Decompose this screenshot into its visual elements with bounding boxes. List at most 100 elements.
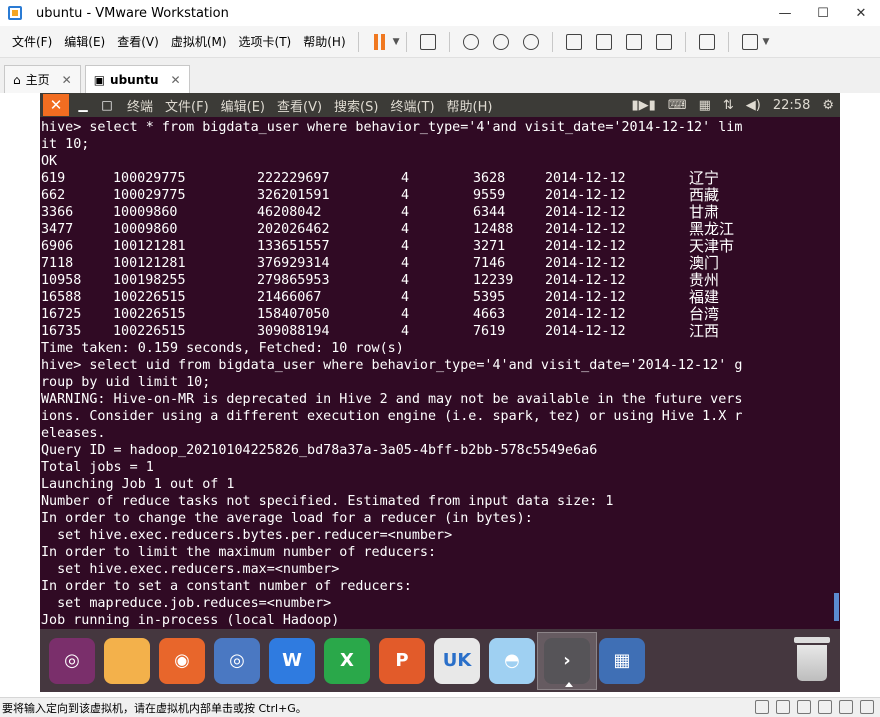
show-library-button[interactable] xyxy=(562,31,586,53)
terminal-line: hive> select * from bigdata_user where b… xyxy=(41,120,743,135)
chevron-down-icon[interactable]: ▼ xyxy=(393,37,400,47)
unity-button[interactable] xyxy=(652,31,676,53)
hard-disk-icon[interactable] xyxy=(755,700,769,714)
menu-view[interactable]: 查看(V) xyxy=(111,33,165,50)
terminal-minimize-button[interactable]: ▁ xyxy=(73,98,93,112)
dock-launcher[interactable]: X xyxy=(317,632,377,690)
terminal-menu-search[interactable]: 搜索(S) xyxy=(334,96,378,115)
terminal-close-button[interactable]: ✕ xyxy=(43,94,69,116)
wps-writer-icon: W xyxy=(269,637,315,684)
terminal-scrollbar[interactable] xyxy=(834,593,839,621)
result-cell: 309088194 xyxy=(257,324,330,339)
clock[interactable]: 22:58 xyxy=(773,98,810,113)
settings-gear-icon[interactable]: ⚙ xyxy=(822,98,834,113)
menu-help[interactable]: 帮助(H) xyxy=(297,33,351,50)
dock-launcher[interactable]: UK xyxy=(427,632,487,690)
console-icon xyxy=(698,33,715,50)
unity-icon xyxy=(655,33,672,50)
cd-drive-icon[interactable] xyxy=(776,700,790,714)
sound-card-icon[interactable] xyxy=(839,700,853,714)
terminal-line: Total jobs = 1 xyxy=(41,460,154,475)
vm-indicator-icon[interactable]: ▮▶▮ xyxy=(632,98,656,113)
tab-ubuntu[interactable]: ▣ ubuntu ✕ xyxy=(84,65,190,93)
result-cell: 4663 xyxy=(473,307,506,322)
usb-icon[interactable] xyxy=(818,700,832,714)
wps-presentation-icon: P xyxy=(379,637,425,684)
menu-edit[interactable]: 编辑(E) xyxy=(58,33,111,50)
terminal-menu-terminal[interactable]: 终端(T) xyxy=(390,96,434,115)
thumbnail-bar-button[interactable] xyxy=(592,31,616,53)
tab-label: 主页 xyxy=(25,73,50,87)
network-adapter-icon[interactable] xyxy=(797,700,811,714)
maximize-button[interactable]: ☐ xyxy=(804,0,842,26)
stretch-guest-button[interactable] xyxy=(738,31,762,53)
minimize-button[interactable]: — xyxy=(766,0,804,26)
menu-vm[interactable]: 虚拟机(M) xyxy=(165,33,233,50)
result-cell: 福建 xyxy=(689,288,720,306)
dock-launcher[interactable]: ▦ xyxy=(592,632,652,690)
terminal-menu-edit[interactable]: 编辑(E) xyxy=(221,96,265,115)
snapshot-button[interactable] xyxy=(459,31,483,53)
tab-home[interactable]: ⌂ 主页 ✕ xyxy=(4,65,81,93)
close-icon[interactable]: ✕ xyxy=(62,73,72,87)
status-bar: 要将输入定向到该虚拟机，请在虚拟机内部单击或按 Ctrl+G。 xyxy=(0,697,880,717)
terminal-line: it 10; xyxy=(41,137,90,152)
dock-launcher[interactable]: W xyxy=(262,632,322,690)
network-arrows-icon[interactable]: ⇅ xyxy=(723,98,734,113)
result-cell: 100029775 xyxy=(113,171,186,186)
suspend-button[interactable] xyxy=(368,31,392,53)
dock-launcher[interactable] xyxy=(97,632,157,690)
result-cell: 2014-12-12 xyxy=(545,324,626,339)
terminal-menu-file[interactable]: 文件(F) xyxy=(165,96,209,115)
window-controls: — ☐ ✕ xyxy=(766,0,880,26)
trash-icon[interactable] xyxy=(794,637,830,683)
wps-spreadsheet-icon: X xyxy=(324,637,370,684)
console-view-button[interactable] xyxy=(695,31,719,53)
send-ctrl-alt-del-button[interactable] xyxy=(416,31,440,53)
result-row: 3477 10009860 202026462 4 12488 2014-12-12 黑龙江 xyxy=(41,221,840,238)
terminal-menu-view[interactable]: 查看(V) xyxy=(277,96,322,115)
terminal-output[interactable]: hive> select * from bigdata_user where b… xyxy=(40,117,840,629)
dock-launcher[interactable]: ◓ xyxy=(482,632,542,690)
result-cell: 16735 xyxy=(41,324,82,339)
terminal-line: hive> select uid from bigdata_user where… xyxy=(41,358,743,373)
close-icon[interactable]: ✕ xyxy=(171,73,181,87)
result-cell: 2014-12-12 xyxy=(545,171,626,186)
volume-icon[interactable]: ◀) xyxy=(746,98,761,113)
menu-tabs[interactable]: 选项卡(T) xyxy=(233,33,298,50)
home-icon: ⌂ xyxy=(13,72,21,87)
close-button[interactable]: ✕ xyxy=(842,0,880,26)
result-cell: 2014-12-12 xyxy=(545,205,626,220)
revert-snapshot-button[interactable] xyxy=(489,31,513,53)
result-cell: 222229697 xyxy=(257,171,330,186)
terminal-line: Job running in-process (local Hadoop) xyxy=(41,613,340,628)
terminal-maximize-button[interactable]: □ xyxy=(97,98,117,112)
dock-launcher[interactable]: ◉ xyxy=(152,632,212,690)
system-indicators: ▮▶▮ ⌨ ▦ ⇅ ◀) 22:58 ⚙ xyxy=(632,93,834,117)
dock-launcher[interactable]: › xyxy=(537,631,597,690)
result-row: 662 100029775 326201591 4 9559 2014-12-12 西藏 xyxy=(41,187,840,204)
app-name: 终端 xyxy=(127,99,154,115)
chevron-down-icon[interactable]: ▼ xyxy=(763,37,770,47)
result-cell: 100121281 xyxy=(113,239,186,254)
result-cell: 7118 xyxy=(41,256,74,271)
result-cell: 2014-12-12 xyxy=(545,307,626,322)
pause-icon xyxy=(374,33,386,50)
vm-icon: ▣ xyxy=(93,72,106,87)
terminal-line: In order to change the average load for … xyxy=(41,511,533,526)
terminal-line: Query ID = hadoop_20210104225826_bd78a37… xyxy=(41,443,598,458)
terminal-menu-help[interactable]: 帮助(H) xyxy=(447,96,493,115)
result-cell: 6906 xyxy=(41,239,74,254)
result-cell: 279865953 xyxy=(257,273,330,288)
result-row: 16588 100226515 21466067 4 5395 2014-12-12 福建 xyxy=(41,289,840,306)
calendar-icon[interactable]: ▦ xyxy=(699,98,711,113)
terminal-line: ions. Consider using a different executi… xyxy=(41,409,743,424)
dock-launcher[interactable]: ◎ xyxy=(42,632,102,690)
display-icon[interactable] xyxy=(860,700,874,714)
snapshot-manager-button[interactable] xyxy=(519,31,543,53)
menu-file[interactable]: 文件(F) xyxy=(6,33,58,50)
keyboard-icon[interactable]: ⌨ xyxy=(668,98,687,113)
fullscreen-button[interactable] xyxy=(622,31,646,53)
dock-launcher[interactable]: P xyxy=(372,632,432,690)
dock-launcher[interactable]: ◎ xyxy=(207,632,267,690)
